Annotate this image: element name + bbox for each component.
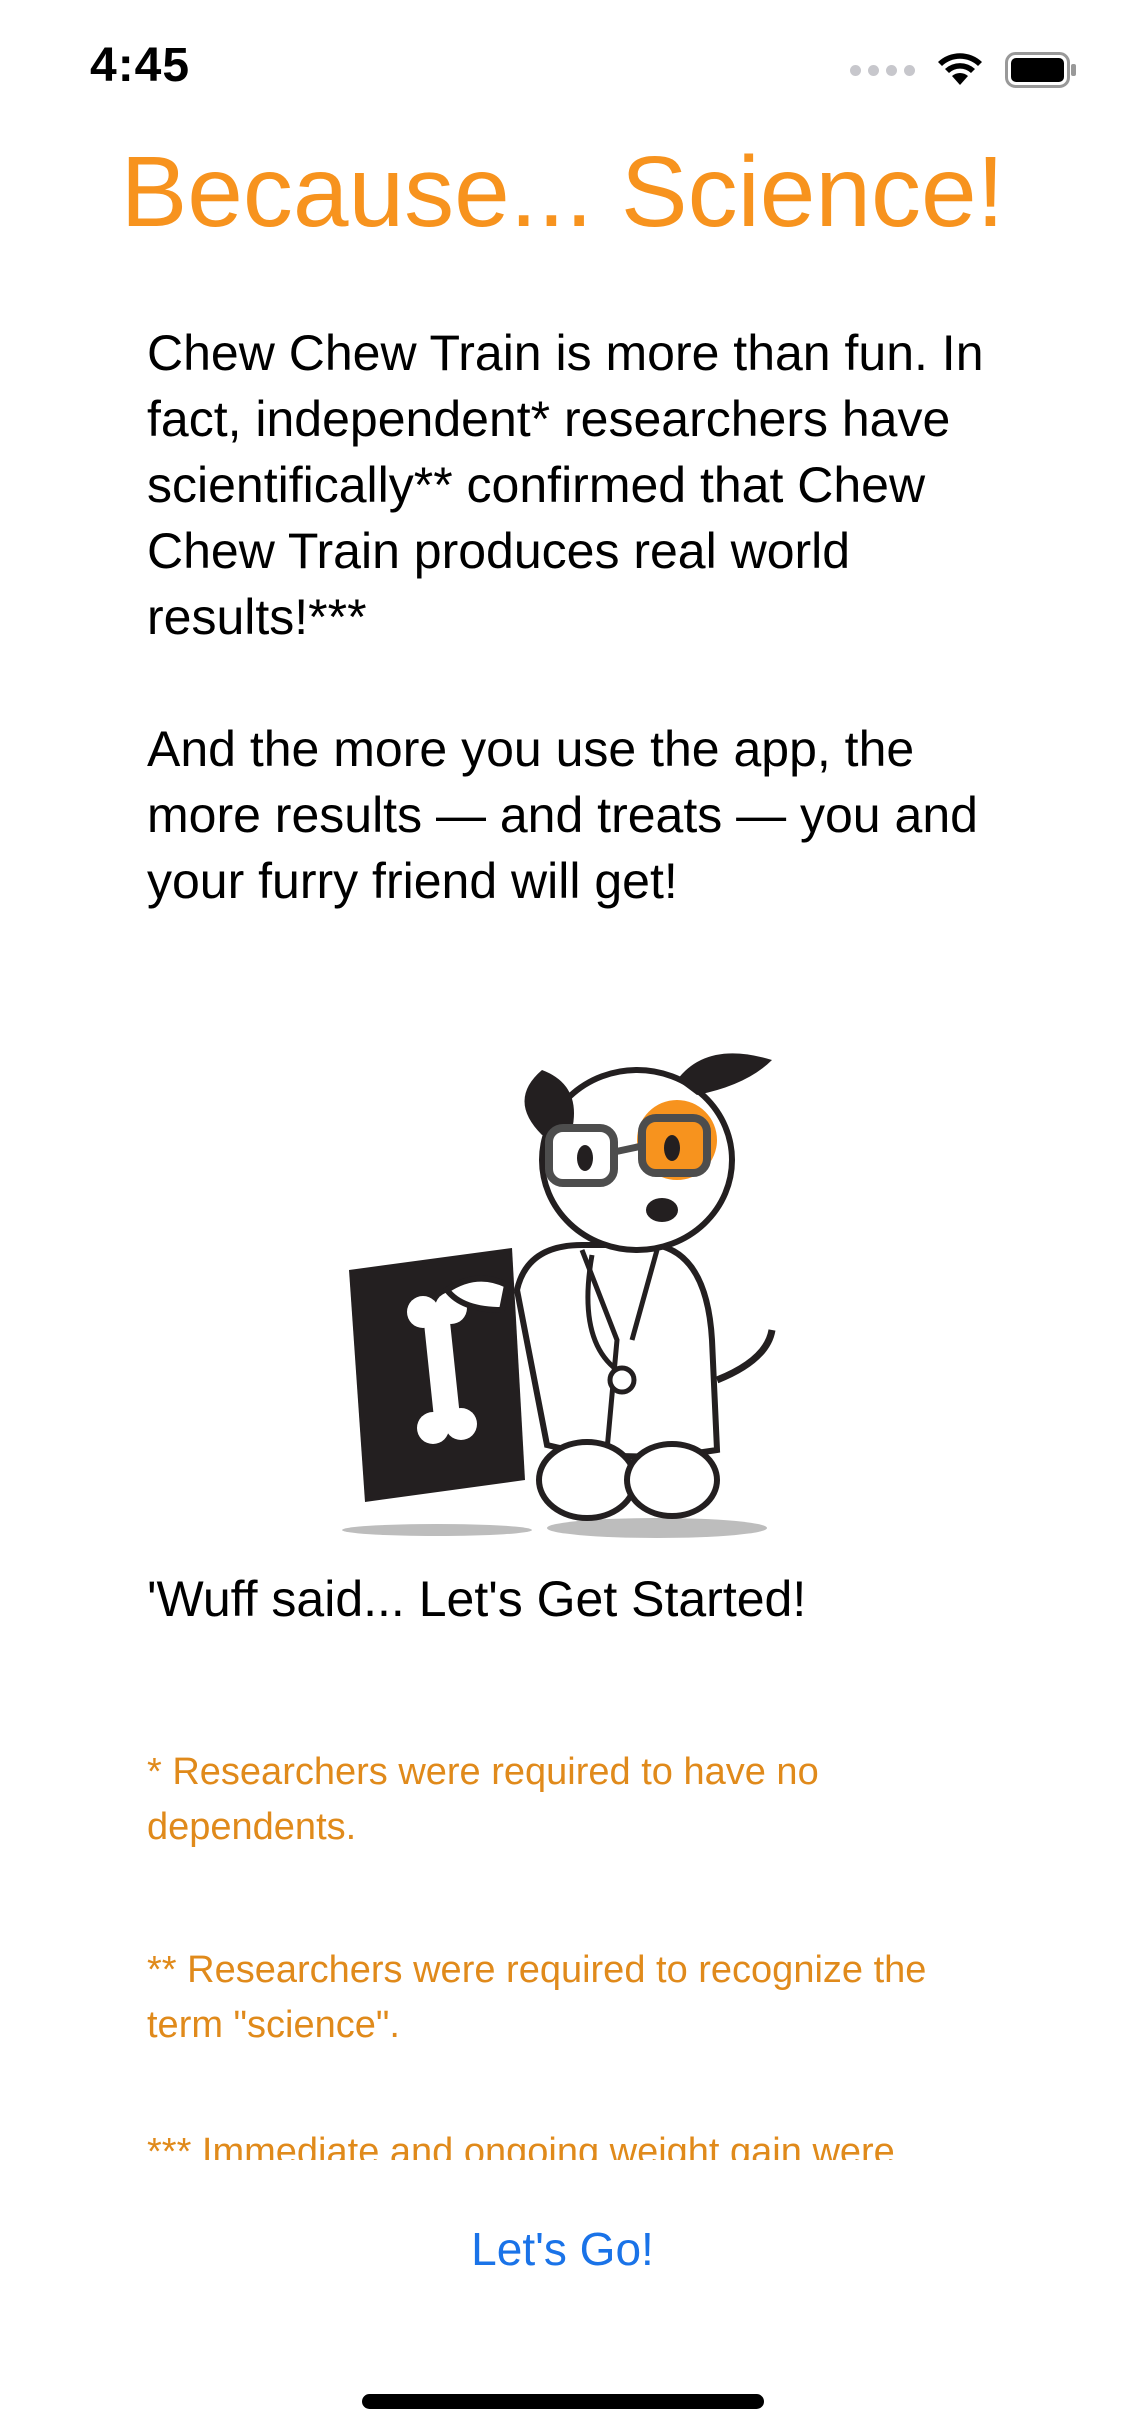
status-bar: 4:45 bbox=[0, 0, 1125, 132]
footnote-1: * Researchers were required to have no d… bbox=[147, 1751, 819, 1848]
lets-go-button[interactable]: Let's Go! bbox=[0, 2222, 1125, 2276]
status-icons bbox=[850, 52, 1077, 88]
intro-paragraph-1: Chew Chew Train is more than fun. In fac… bbox=[147, 325, 984, 645]
status-time: 4:45 bbox=[90, 39, 191, 92]
home-indicator[interactable] bbox=[362, 2394, 764, 2409]
scientist-dog-icon bbox=[327, 1040, 807, 1550]
battery-icon bbox=[1005, 52, 1077, 88]
intro-paragraph-2: And the more you use the app, the more r… bbox=[147, 721, 978, 909]
content-scroll-area[interactable]: Chew Chew Train is more than fun. In fac… bbox=[147, 320, 987, 2160]
footnote-2: ** Researchers were required to recogniz… bbox=[147, 1949, 927, 2046]
wifi-icon bbox=[937, 53, 983, 87]
signal-dots-icon bbox=[850, 64, 915, 76]
page-title: Because... Science! bbox=[120, 136, 1005, 248]
tagline: 'Wuff said... Let's Get Started! bbox=[147, 1571, 807, 1627]
footnote-3: *** Immediate and ongoing weight gain we… bbox=[147, 2131, 895, 2160]
